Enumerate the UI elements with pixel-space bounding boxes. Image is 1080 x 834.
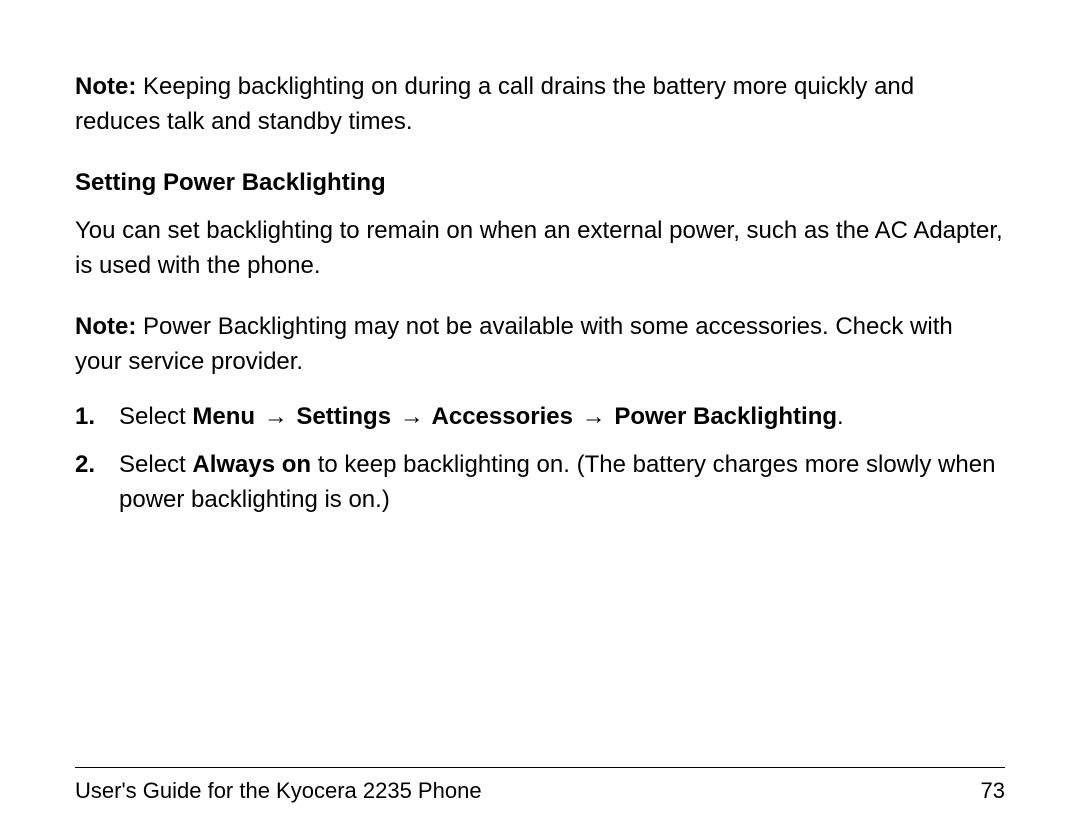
- step-number: 2.: [75, 448, 119, 518]
- step-1: 1. Select Menu → Settings → Accessories …: [75, 400, 1005, 435]
- intro-paragraph: You can set backlighting to remain on wh…: [75, 214, 1005, 284]
- step-2: 2. Select Always on to keep backlighting…: [75, 448, 1005, 518]
- note-backlighting-drain: Note: Keeping backlighting on during a c…: [75, 70, 1005, 140]
- page-footer: User's Guide for the Kyocera 2235 Phone …: [75, 767, 1005, 804]
- step-body: Select Always on to keep backlighting on…: [119, 448, 1005, 518]
- step-body: Select Menu → Settings → Accessories → P…: [119, 400, 1005, 435]
- note-accessories: Note: Power Backlighting may not be avai…: [75, 310, 1005, 380]
- menu-path: Menu → Settings → Accessories → Power Ba…: [192, 403, 837, 430]
- steps-list: 1. Select Menu → Settings → Accessories …: [75, 400, 1005, 518]
- section-heading: Setting Power Backlighting: [75, 166, 1005, 201]
- arrow-icon: →: [264, 400, 288, 435]
- note-label: Note:: [75, 313, 136, 340]
- page-number: 73: [981, 778, 1005, 804]
- note-label: Note:: [75, 73, 136, 100]
- footer-title: User's Guide for the Kyocera 2235 Phone: [75, 778, 482, 804]
- note-text: Power Backlighting may not be available …: [75, 313, 953, 375]
- step-prefix: Select: [119, 451, 192, 478]
- arrow-icon: →: [400, 400, 424, 435]
- arrow-icon: →: [582, 400, 606, 435]
- page-content: Note: Keeping backlighting on during a c…: [75, 70, 1005, 518]
- step-prefix: Select: [119, 403, 192, 430]
- note-text: Keeping backlighting on during a call dr…: [75, 73, 914, 135]
- step-number: 1.: [75, 400, 119, 435]
- option-always-on: Always on: [192, 451, 311, 478]
